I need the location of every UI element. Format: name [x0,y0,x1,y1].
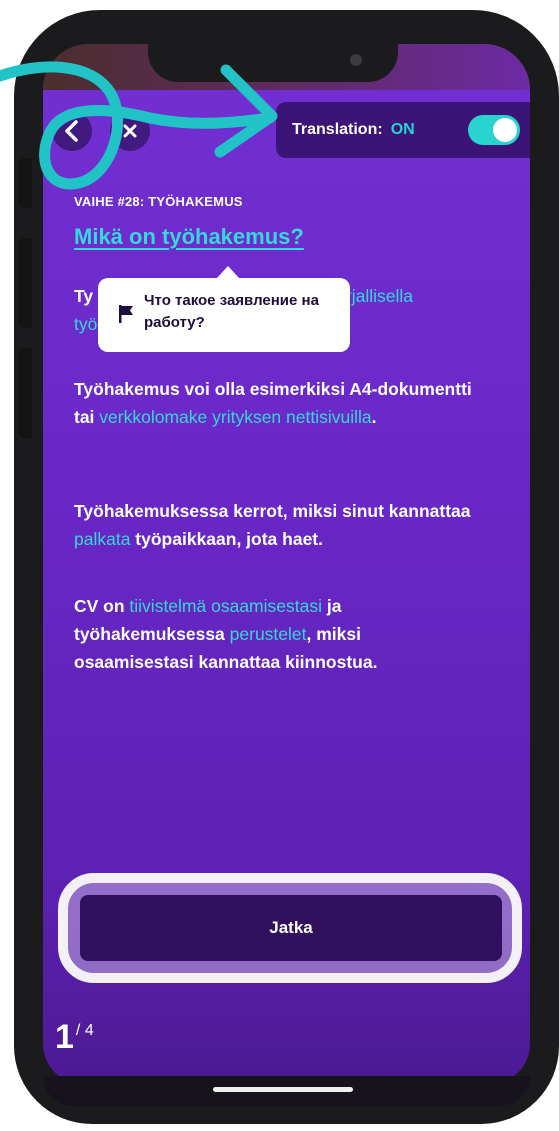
paragraph-4-highlight-2[interactable]: perustelet [230,624,307,644]
paragraph-2-highlight[interactable]: verkkolomake yrityksen nettisivuilla [99,407,371,427]
paragraph-1-highlight[interactable]: irjallisella [342,282,413,310]
paragraph-3-end: työpaikkaan, jota haet. [130,529,323,549]
home-indicator[interactable] [213,1087,353,1092]
paragraph-1-line2[interactable]: työ [74,314,97,334]
page-current: 1 [55,1018,74,1056]
tooltip-text: Что такое заявление на работу? [144,292,319,331]
paragraph-4: CV on tiivistelmä osaamisestasi ja työha… [74,592,474,676]
paragraph-3: Työhakemuksessa kerrot, miksi sinut kann… [74,497,474,553]
paragraph-3-text: Työhakemuksessa kerrot, miksi sinut kann… [74,501,471,521]
camera-dot [350,54,362,66]
paragraph-4-highlight-1[interactable]: tiivistelmä osaamisestasi [129,596,322,616]
translation-label: Translation: [292,121,383,138]
flag-icon [119,305,133,323]
paragraph-4-text: CV on [74,596,130,616]
page-indicator: 1/ 4 [55,1018,94,1057]
volume-up-button [18,238,32,328]
continue-button-label: Jatka [269,918,313,937]
volume-down-button [18,348,32,438]
chevron-left-icon [65,120,78,142]
close-button[interactable] [110,111,150,151]
close-icon [123,124,137,138]
mute-switch [18,158,32,208]
continue-button[interactable]: Jatka [80,895,502,961]
paragraph-1-start: Ty [74,286,94,306]
lesson-step-label: VAIHE #28: TYÖHAKEMUS [74,194,243,209]
paragraph-2-end: . [371,407,377,427]
translation-toggle[interactable] [468,115,520,145]
page-total: / 4 [75,1022,94,1039]
toggle-knob [493,118,517,142]
lesson-title-link[interactable]: Mikä on työhakemus? [74,224,304,250]
paragraph-2: Työhakemus voi olla esimerkiksi A4-dokum… [74,375,474,431]
translation-state: ON [390,121,415,138]
paragraph-3-highlight[interactable]: palkata [74,529,130,549]
translation-tooltip: Что такое заявление на работу? [98,278,350,352]
back-button[interactable] [52,111,92,151]
